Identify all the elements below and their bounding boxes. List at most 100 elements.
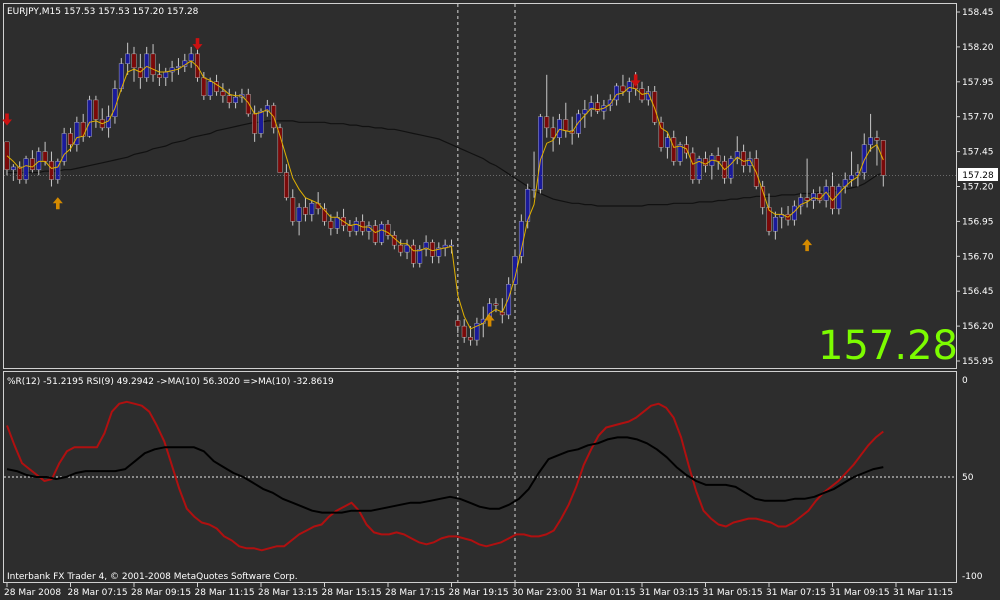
candle-body	[10, 166, 16, 170]
candle-body	[233, 96, 238, 103]
price-tick-label: 157.45	[962, 148, 994, 158]
copyright-text: Interbank FX Trader 4, © 2001-2008 MetaQ…	[7, 572, 298, 582]
trading-chart: 158.45 158.20 157.95 157.70 157.45 157.20 156.…	[0, 0, 1000, 600]
time-tick-label: 31 Mar 11:15	[893, 588, 953, 598]
candle-body	[245, 94, 251, 115]
price-tick-label: 157.70	[962, 113, 994, 123]
candle-body	[626, 81, 632, 92]
candle-body	[557, 119, 562, 138]
candle-body	[347, 225, 353, 232]
candle-body	[461, 325, 467, 338]
time-tick-label: 31 Mar 01:15	[576, 588, 636, 598]
candle-body	[811, 193, 816, 201]
price-box-label: 157.28	[962, 171, 994, 181]
candle-body	[4, 141, 10, 170]
time-tick-label: 28 Mar 19:15	[449, 588, 509, 598]
candle-body	[328, 221, 334, 229]
candle-body	[880, 140, 886, 176]
candle-body	[290, 197, 296, 222]
candle-body	[372, 225, 378, 243]
indicator-scale-bottom: -100	[962, 572, 983, 582]
candle-body	[506, 284, 512, 316]
chart-background	[0, 0, 1000, 600]
candle-body	[36, 151, 42, 170]
candle-body	[131, 53, 137, 69]
candle-body	[455, 320, 461, 327]
time-tick-label: 28 Mar 17:15	[385, 588, 445, 598]
price-tick-label: 156.95	[962, 217, 994, 227]
price-tick-label: 156.20	[962, 322, 994, 332]
big-price-label: 157.28	[818, 323, 958, 369]
candle-body	[804, 197, 810, 201]
candle-body	[544, 116, 550, 129]
candle-body	[449, 244, 454, 247]
price-tick-label: 158.45	[962, 8, 994, 18]
candle-body	[379, 223, 385, 243]
price-tick-label: 155.95	[962, 357, 994, 367]
candle-body	[163, 71, 169, 78]
price-tick-label: 157.20	[962, 183, 994, 193]
candle-body	[93, 99, 99, 120]
candle-body	[398, 244, 404, 253]
candle-body	[468, 337, 473, 341]
time-tick-label: 31 Mar 03:15	[639, 588, 699, 598]
time-tick-label: 28 Mar 07:15	[68, 588, 128, 598]
candle-body	[861, 144, 867, 173]
candle-body	[137, 67, 143, 78]
candle-body	[296, 207, 302, 222]
time-tick-label: 31 Mar 09:15	[830, 588, 890, 598]
time-tick-label: 30 Mar 23:00	[512, 588, 572, 598]
candle-body	[284, 172, 289, 198]
candle-body	[874, 137, 880, 141]
candle-body	[207, 81, 213, 96]
candle-body	[715, 155, 721, 162]
candle-body	[315, 203, 321, 210]
candle-body	[49, 161, 54, 180]
price-tick-label: 156.70	[962, 252, 994, 262]
price-tick-label: 157.95	[962, 78, 994, 88]
candle-body	[550, 127, 556, 138]
candle-body	[150, 53, 156, 76]
time-tick-label: 31 Mar 05:15	[703, 588, 763, 598]
candle-body	[665, 137, 670, 148]
candle-body	[226, 95, 232, 103]
candle-body	[80, 122, 86, 137]
candle-body	[538, 116, 543, 190]
candle-body	[868, 137, 874, 145]
indicator-scale-top: 0	[962, 376, 968, 386]
candle-body	[125, 53, 131, 64]
candle-body	[68, 133, 73, 145]
time-tick-label: 28 Mar 2008	[4, 588, 61, 598]
candle-body	[741, 151, 747, 166]
time-tick-label: 28 Mar 13:15	[258, 588, 318, 598]
candle-body	[87, 99, 92, 137]
time-tick-label: 28 Mar 15:15	[322, 588, 382, 598]
candle-body	[30, 158, 35, 170]
candle-body	[220, 91, 226, 96]
candle-body	[309, 203, 315, 215]
candle-body	[334, 217, 340, 229]
candle-body	[201, 77, 207, 96]
price-tick-label: 158.20	[962, 43, 994, 53]
time-tick-label: 31 Mar 07:15	[766, 588, 826, 598]
time-tick-label: 28 Mar 09:15	[131, 588, 191, 598]
price-tick-label: 156.45	[962, 287, 994, 297]
candle-body	[576, 113, 581, 134]
time-tick-label: 28 Mar 11:15	[195, 588, 255, 598]
candle-body	[144, 53, 150, 78]
candle-body	[836, 186, 842, 210]
indicator-header: %R(12) -51.2195 RSI(9) 49.2942 ->MA(10) …	[7, 377, 334, 387]
candle-body	[614, 85, 620, 101]
candle-body	[620, 85, 626, 92]
candle-body	[252, 113, 258, 134]
candle-body	[658, 122, 664, 148]
candle-body	[849, 175, 854, 180]
candle-body	[652, 91, 658, 123]
candle-body	[74, 122, 80, 145]
candle-body	[411, 244, 416, 264]
candle-body	[493, 303, 499, 306]
candle-body	[42, 151, 48, 162]
candle-body	[353, 221, 359, 232]
candle-body	[563, 119, 569, 131]
candle-body	[258, 110, 264, 134]
